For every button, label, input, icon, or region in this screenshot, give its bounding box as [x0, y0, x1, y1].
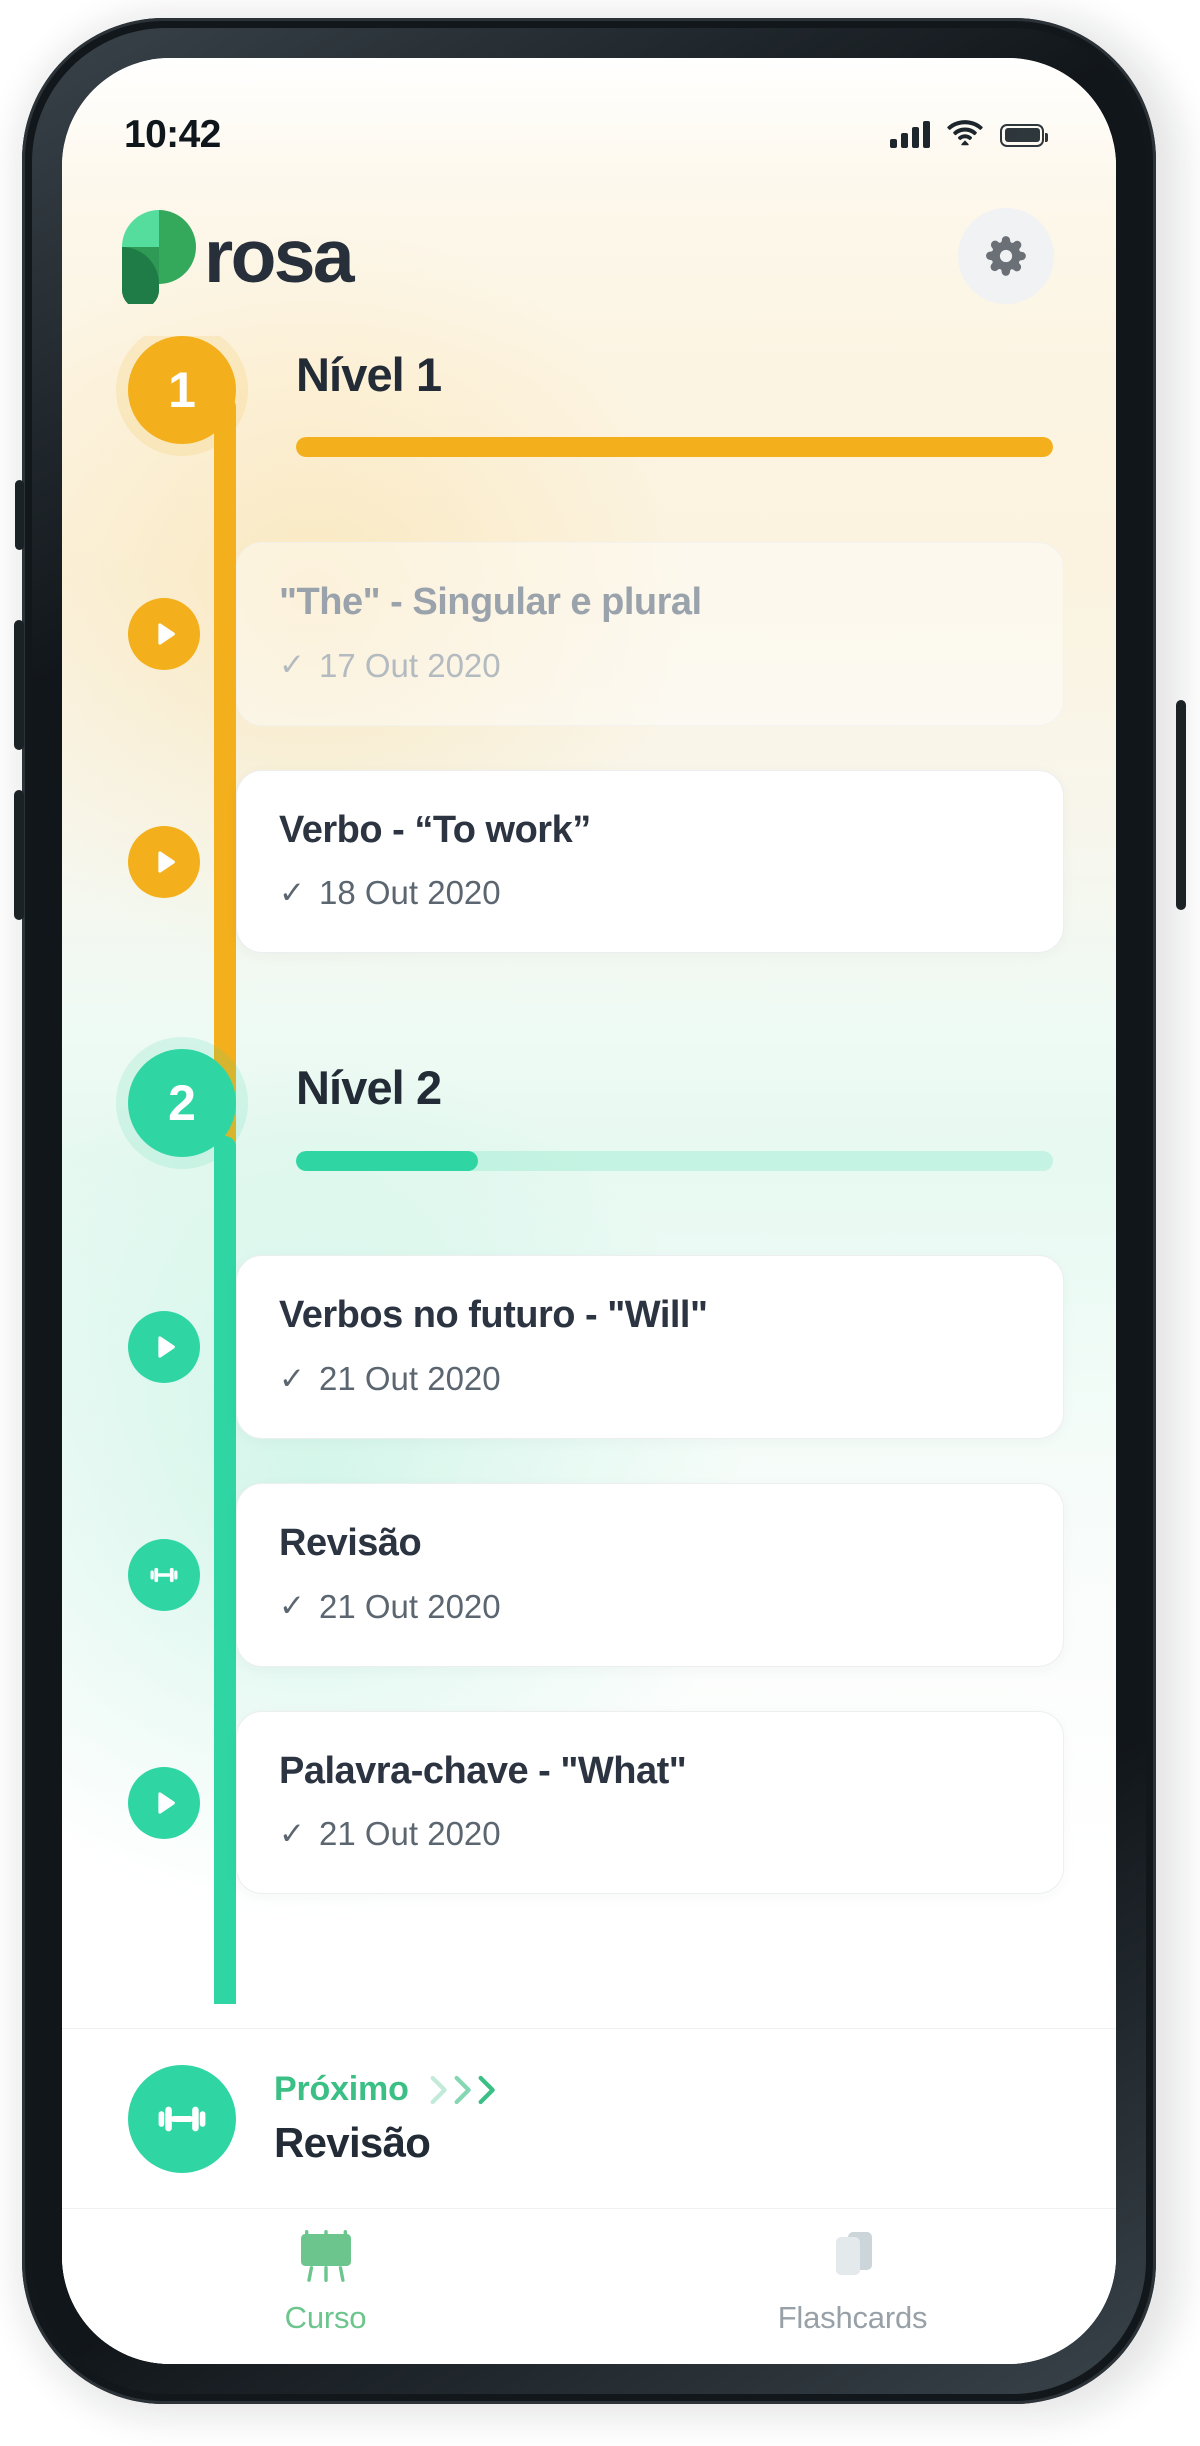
lesson-node[interactable] [128, 597, 200, 670]
volume-down-button[interactable] [14, 790, 24, 920]
lesson-row[interactable]: Verbos no futuro - "Will" ✓ 21 Out 2020 [62, 1255, 1116, 1440]
lesson-card[interactable]: "The" - Singular e plural ✓ 17 Out 2020 [236, 542, 1064, 726]
level-number: 1 [168, 362, 196, 418]
tab-label: Flashcards [777, 2299, 928, 2335]
chevron-right-icon [430, 2075, 447, 2104]
lesson-date: 21 Out 2020 [318, 1587, 501, 1625]
check-icon: ✓ [279, 647, 305, 683]
wifi-icon [947, 119, 983, 151]
lesson-date: 18 Out 2020 [318, 874, 501, 912]
dumbbell-icon [149, 1560, 179, 1590]
lesson-meta: ✓ 21 Out 2020 [279, 1588, 1021, 1626]
play-icon [149, 619, 179, 649]
phone-screen: 10:42 rosa 1 Nível 1 "The" - Singular e … [62, 58, 1116, 2364]
app-header: rosa [62, 176, 1116, 336]
lesson-card[interactable]: Verbos no futuro - "Will" ✓ 21 Out 2020 [236, 1255, 1064, 1440]
cards-stack-icon [822, 2228, 884, 2286]
lesson-node[interactable] [128, 825, 200, 898]
play-icon [149, 1332, 179, 1362]
level-progress-fill [296, 437, 1053, 458]
lesson-title: Palavra-chave - "What" [279, 1749, 687, 1792]
power-button[interactable] [1176, 700, 1186, 910]
lesson-row[interactable]: Revisão ✓ 21 Out 2020 [62, 1483, 1116, 1667]
next-lesson-node[interactable] [128, 2064, 236, 2173]
gear-icon [983, 233, 1029, 279]
next-lesson-bar[interactable]: Próximo Revisão [62, 2028, 1116, 2208]
play-icon [149, 1788, 179, 1818]
next-label-row: Próximo [274, 2070, 497, 2109]
cellular-signal-icon [890, 121, 930, 148]
chevron-right-icon [478, 2075, 495, 2104]
chevron-right-icon [454, 2075, 471, 2104]
lesson-row[interactable]: "The" - Singular e plural ✓ 17 Out 2020 [62, 542, 1116, 726]
level-number: 2 [168, 1075, 196, 1132]
level-node-2[interactable]: 2 [128, 1049, 236, 1158]
lesson-date: 21 Out 2020 [318, 1815, 501, 1853]
lesson-title: Revisão [279, 1522, 422, 1565]
level-node-1[interactable]: 1 [128, 336, 236, 444]
level-progress-bar-2 [296, 1150, 1053, 1171]
course-timeline-scroll[interactable]: 1 Nível 1 "The" - Singular e plural ✓ 17… [62, 336, 1116, 2004]
status-bar: 10:42 [62, 58, 1116, 176]
screenshot-stage: 10:42 rosa 1 Nível 1 "The" - Singular e … [0, 0, 1200, 2446]
level-title: Nível 1 [296, 348, 442, 401]
lesson-date: 17 Out 2020 [318, 646, 501, 684]
chevron-group [427, 2074, 497, 2106]
lesson-meta: ✓ 21 Out 2020 [279, 1815, 1021, 1853]
lesson-meta: ✓ 18 Out 2020 [279, 874, 1021, 912]
brand-logo: rosa [120, 208, 355, 304]
check-icon: ✓ [279, 1815, 305, 1851]
volume-up-button[interactable] [14, 620, 24, 750]
tab-label: Curso [284, 2299, 367, 2335]
lesson-node[interactable] [128, 1311, 200, 1384]
play-icon [149, 847, 179, 877]
lesson-title: Verbo - “To work” [279, 808, 591, 851]
lesson-node[interactable] [128, 1538, 200, 1611]
prosa-leaf-logo-icon [120, 208, 198, 304]
lesson-card[interactable]: Revisão ✓ 21 Out 2020 [236, 1483, 1064, 1667]
level-title: Nível 2 [296, 1061, 442, 1115]
level-progress-fill [296, 1150, 478, 1171]
dumbbell-icon [156, 2093, 208, 2145]
easel-board-icon [295, 2228, 357, 2286]
next-lesson-title: Revisão [274, 2119, 431, 2166]
status-time: 10:42 [124, 113, 221, 156]
level-body-2: Nível 2 [236, 1049, 1116, 1171]
home-indicator [459, 2339, 719, 2348]
next-lesson-text: Próximo Revisão [274, 2070, 497, 2167]
lesson-title: "The" - Singular e plural [279, 581, 702, 623]
settings-button[interactable] [958, 208, 1054, 304]
lesson-node[interactable] [128, 1766, 200, 1839]
timeline-track: 1 Nível 1 "The" - Singular e plural ✓ 17… [62, 336, 1116, 2004]
check-icon: ✓ [279, 1588, 305, 1624]
level-header-2: 2 Nível 2 [62, 1049, 1116, 1199]
level-header-1: 1 Nível 1 [62, 336, 1116, 486]
lesson-title: Verbos no futuro - "Will" [279, 1294, 708, 1337]
status-icon-group [890, 119, 1048, 151]
lesson-date: 21 Out 2020 [318, 1360, 501, 1398]
check-icon: ✓ [279, 874, 305, 910]
lesson-meta: ✓ 17 Out 2020 [279, 647, 1021, 685]
battery-full-icon [1000, 123, 1048, 147]
lesson-meta: ✓ 21 Out 2020 [279, 1360, 1021, 1398]
lesson-card[interactable]: Verbo - “To work” ✓ 18 Out 2020 [236, 769, 1064, 954]
level-body-1: Nível 1 [236, 336, 1116, 458]
lesson-row[interactable]: Verbo - “To work” ✓ 18 Out 2020 [62, 769, 1116, 954]
lesson-row[interactable]: Palavra-chave - "What" ✓ 21 Out 2020 [62, 1710, 1116, 1895]
lesson-card[interactable]: Palavra-chave - "What" ✓ 21 Out 2020 [236, 1710, 1064, 1895]
brand-wordmark: rosa [204, 213, 355, 298]
mute-switch[interactable] [15, 480, 24, 550]
level-progress-bar-1 [296, 437, 1053, 458]
check-icon: ✓ [279, 1360, 305, 1396]
next-label: Próximo [274, 2070, 409, 2108]
